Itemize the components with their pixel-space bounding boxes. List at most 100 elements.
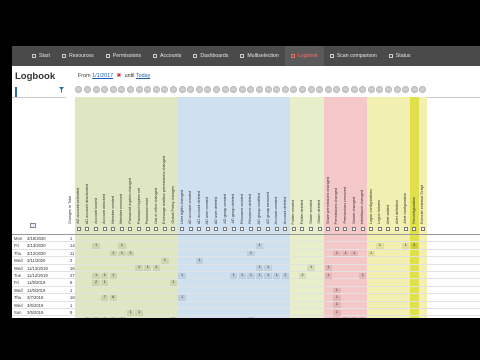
change-count-cell[interactable]: 1 (195, 257, 203, 264)
column-header[interactable]: Folder deleted (298, 98, 307, 234)
change-count-cell[interactable]: 1 (135, 309, 143, 316)
column-header[interactable]: AD user created (204, 98, 213, 234)
change-count-cell[interactable]: 1 (169, 317, 178, 318)
column-header[interactable]: Password reset (143, 98, 152, 234)
change-count-cell[interactable]: 4 (333, 317, 341, 318)
column-header[interactable]: Alert definition (393, 98, 402, 234)
column-filter-dot[interactable] (84, 86, 91, 93)
change-count-cell[interactable]: 1 (307, 265, 315, 272)
nav-item-status[interactable]: Status (383, 46, 417, 66)
column-header[interactable]: Member removed (118, 98, 127, 234)
column-filter-dot[interactable] (393, 86, 401, 93)
filter-funnel-icon[interactable] (59, 87, 64, 93)
change-count-cell[interactable]: 1 (169, 280, 178, 286)
table-row[interactable]: Wed 3/6/2019 1 1 (12, 302, 480, 309)
column-header[interactable]: Reconfiguration (410, 98, 419, 234)
change-count-cell[interactable]: 1 (273, 272, 281, 279)
table-row[interactable]: Thu 3/7/2019 16 7 6 1 1 (12, 294, 480, 302)
column-header[interactable]: AD group created (221, 98, 230, 234)
column-filter-dot[interactable] (127, 86, 134, 93)
column-filter-dot[interactable] (342, 86, 349, 93)
column-header[interactable]: AD account created (186, 98, 195, 234)
table-row[interactable]: Sun 3/5/2019 9 1 1 1 (12, 309, 480, 317)
change-count-cell[interactable]: 1 (178, 294, 186, 301)
column-header[interactable]: Resource deleted (247, 98, 256, 234)
until-date-link[interactable]: Today (136, 73, 150, 79)
column-header[interactable]: Account unlocked (100, 98, 109, 234)
nav-item-dashboards[interactable]: Dashboards (187, 46, 234, 66)
change-count-cell[interactable]: 1 (92, 272, 100, 279)
column-filter-dot[interactable] (195, 86, 203, 93)
column-header[interactable]: AD user deleted (212, 98, 221, 234)
change-count-cell[interactable]: 1 (135, 265, 143, 272)
column-filter-dot[interactable] (135, 86, 143, 93)
change-count-cell[interactable]: 1 (101, 280, 109, 286)
change-count-cell[interactable]: 1 (109, 317, 117, 318)
change-count-cell[interactable]: 1 (109, 250, 117, 257)
column-header[interactable]: Share deleted (315, 98, 324, 234)
column-header[interactable]: Password expires changed (126, 98, 135, 234)
column-filter-dot[interactable] (281, 86, 289, 93)
change-count-cell[interactable]: 1 (255, 272, 264, 279)
column-header[interactable]: AD account deactivated (83, 98, 92, 234)
column-filter-dot[interactable] (238, 86, 246, 93)
change-count-cell[interactable]: 1 (92, 243, 100, 249)
column-filter-dot[interactable] (385, 86, 392, 93)
column-header[interactable]: Changes in Total (66, 98, 75, 234)
column-filter-dot[interactable] (170, 86, 177, 93)
from-date-link[interactable]: 1/1/2017 (92, 73, 113, 79)
column-filter-dot[interactable] (307, 86, 315, 93)
change-count-cell[interactable]: 1 (126, 309, 135, 316)
change-count-cell[interactable]: 1 (402, 243, 410, 249)
column-filter-dot[interactable] (213, 86, 220, 93)
table-row[interactable]: Thu 3/12/2020 11 1 1 3 1 1 1 1 1 (12, 250, 480, 258)
column-header[interactable]: Member created (109, 98, 118, 234)
column-header[interactable]: Folder created (290, 98, 299, 234)
column-header[interactable]: Share permissions changed (324, 98, 333, 234)
column-header[interactable]: Resource created (238, 98, 247, 234)
column-filter-dot[interactable] (324, 86, 332, 93)
change-count-cell[interactable]: 1 (264, 265, 272, 272)
column-filter-dot[interactable] (230, 86, 238, 93)
column-filter-dot[interactable] (359, 86, 367, 93)
change-count-cell[interactable]: 1 (83, 317, 92, 318)
nav-item-start[interactable]: Start (26, 46, 56, 66)
change-count-cell[interactable]: 1 (161, 257, 169, 264)
change-count-cell[interactable]: 1 (178, 272, 186, 279)
change-count-cell[interactable]: 1 (247, 317, 255, 318)
change-count-cell[interactable]: 1 (376, 243, 384, 249)
change-count-cell[interactable]: 1 (367, 250, 375, 257)
nav-item-scan-comparison[interactable]: Scan comparison (324, 46, 383, 66)
change-count-cell[interactable]: 1 (152, 265, 160, 272)
table-row[interactable]: Wed 11/13/2019 16 1 1 1 1 1 1 1 (12, 265, 480, 272)
column-header[interactable]: Logon configurations (367, 98, 376, 234)
column-filter-dot[interactable] (187, 86, 195, 93)
change-count-cell[interactable]: 1 (247, 272, 255, 279)
change-count-cell[interactable]: 1 (109, 272, 117, 279)
column-header[interactable]: Permissions removed (341, 98, 350, 234)
column-filter-dot[interactable] (316, 86, 324, 93)
change-count-cell[interactable]: 1 (281, 272, 289, 279)
column-header[interactable]: AD account deleted (195, 98, 204, 234)
column-filter-dot[interactable] (290, 86, 298, 93)
table-row[interactable]: Fri 11/8/2019 6 2 1 1 (12, 279, 480, 287)
column-filter-dot[interactable] (118, 86, 126, 93)
column-filter-dot[interactable] (350, 86, 358, 93)
column-filter-dot[interactable] (221, 86, 229, 93)
change-count-cell[interactable]: 1 (333, 250, 341, 257)
table-row[interactable]: Tue 11/12/2019 27 1 1 1 1 1 1 1 1 1 1 1 2 1 1 (12, 272, 480, 280)
column-header[interactable]: AD account activated (75, 98, 84, 234)
column-filter-dot[interactable] (152, 86, 160, 93)
column-header[interactable]: Account locked (92, 98, 101, 234)
clear-date-icon[interactable]: ✖ (117, 73, 122, 79)
column-filter-dot[interactable] (161, 86, 169, 93)
column-filter-dot[interactable] (402, 86, 410, 93)
change-count-cell[interactable]: 1 (333, 294, 341, 301)
column-header[interactable]: Out of office changed (152, 98, 161, 234)
column-header[interactable]: Alert added (384, 98, 393, 234)
change-count-cell[interactable]: 2 (92, 280, 100, 286)
table-row[interactable]: Fri 3/13/2020 14 1 1 1 1 1 3 (12, 242, 480, 250)
change-count-cell[interactable]: 2 (298, 272, 307, 279)
column-filter-dot[interactable] (376, 86, 384, 93)
change-count-cell[interactable]: 1 (238, 272, 246, 279)
